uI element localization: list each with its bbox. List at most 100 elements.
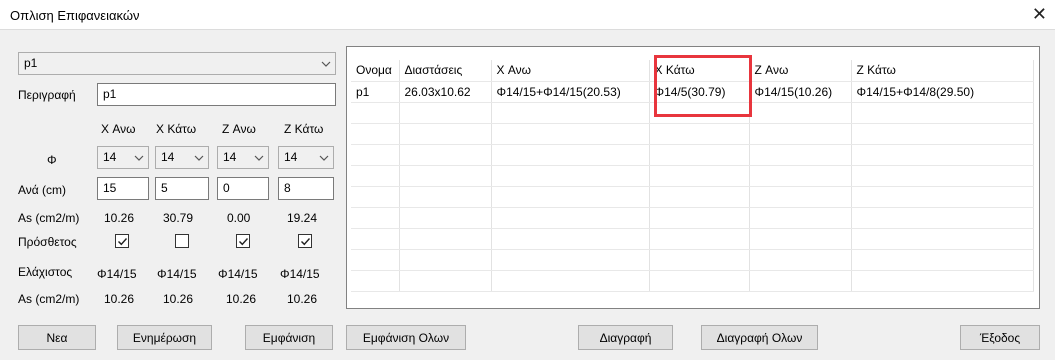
table-cell-empty <box>749 228 852 250</box>
table-cell-empty <box>399 228 492 250</box>
table-cell-empty <box>351 102 400 124</box>
table-cell-empty <box>399 270 492 292</box>
results-grid[interactable]: Ονομα Διαστάσεις X Ανω X Κάτω Z Ανω Z Κάτω p1 2… <box>346 46 1040 309</box>
table-header-row[interactable]: Ονομα Διαστάσεις X Ανω X Κάτω Z Ανω Z Κάτω <box>351 60 1034 82</box>
exit-button[interactable]: Έξοδος <box>960 325 1040 350</box>
table-cell-empty <box>351 249 400 271</box>
col-header-x-top: X Ανω <box>101 122 136 136</box>
spacing-input-z-bottom[interactable]: 8 <box>278 177 334 200</box>
phi-select-z-top[interactable]: 14 <box>217 146 269 169</box>
spacing-input-x-bottom[interactable]: 5 <box>155 177 209 200</box>
table-cell-empty <box>399 207 492 229</box>
col-header-z-bottom: Z Κάτω <box>284 122 324 136</box>
min-label: Ελάχιστος <box>18 265 73 279</box>
table-cell: Φ14/15+Φ14/15(20.53) <box>491 81 650 103</box>
table-row-empty[interactable] <box>351 207 1034 229</box>
table-cell-empty <box>649 165 750 187</box>
table-cell-empty <box>399 186 492 208</box>
table-cell-empty <box>399 123 492 145</box>
table-cell: X Κάτω <box>649 60 750 82</box>
col-header-x-bottom: X Κάτω <box>156 122 197 136</box>
as-min-x-bottom-value: 10.26 <box>163 292 194 306</box>
table-cell-empty <box>851 186 1034 208</box>
table-cell-empty <box>491 270 650 292</box>
table-row-empty[interactable] <box>351 102 1034 124</box>
col-header-z-top: Z Ανω <box>222 122 256 136</box>
table-cell: X Ανω <box>491 60 650 82</box>
show-all-button[interactable]: Εμφάνιση Ολων <box>346 325 466 350</box>
table-row-empty[interactable] <box>351 123 1034 145</box>
new-button[interactable]: Νεα <box>18 325 96 350</box>
table-cell-empty <box>491 228 650 250</box>
phi-label: Φ <box>47 153 57 167</box>
table-row-empty[interactable] <box>351 165 1034 187</box>
additional-label: Πρόσθετος <box>18 235 77 249</box>
as-x-bottom-value: 30.79 <box>163 211 194 225</box>
table-cell-empty <box>649 186 750 208</box>
additional-checkbox-x-top[interactable] <box>115 234 129 248</box>
table-cell-empty <box>491 165 650 187</box>
phi-select-x-bottom[interactable]: 14 <box>155 146 209 169</box>
table-cell-empty <box>649 270 750 292</box>
delete-button[interactable]: Διαγραφή <box>578 325 673 350</box>
table-cell: Φ14/5(30.79) <box>649 81 750 103</box>
delete-all-button[interactable]: Διαγραφή Ολων <box>701 325 818 350</box>
chevron-down-icon <box>194 148 204 166</box>
as-label: As (cm2/m) <box>18 211 80 225</box>
table-cell-empty <box>749 207 852 229</box>
table-cell-empty <box>749 144 852 166</box>
table-row-empty[interactable] <box>351 144 1034 166</box>
table-cell: Διαστάσεις <box>399 60 492 82</box>
additional-checkbox-z-top[interactable] <box>236 234 250 248</box>
table-cell: 26.03x10.62 <box>399 81 492 103</box>
surface-selector[interactable]: p1 <box>18 52 336 75</box>
as-min-label: As (cm2/m) <box>18 292 80 306</box>
table-cell-empty <box>351 228 400 250</box>
table-cell-empty <box>851 270 1034 292</box>
show-button[interactable]: Εμφάνιση <box>245 325 333 350</box>
spacing-input-x-top[interactable]: 15 <box>97 177 149 200</box>
table-cell: p1 <box>351 81 400 103</box>
table-cell-empty <box>491 186 650 208</box>
description-input[interactable]: p1 <box>97 83 336 106</box>
chevron-down-icon <box>254 148 264 166</box>
chevron-down-icon <box>321 54 331 72</box>
table-cell-empty <box>851 228 1034 250</box>
table-row-empty[interactable] <box>351 186 1034 208</box>
phi-select-z-bottom[interactable]: 14 <box>278 146 334 169</box>
table-cell: Z Κάτω <box>851 60 1034 82</box>
table-row-empty[interactable] <box>351 249 1034 271</box>
phi-z-top-value: 14 <box>223 150 237 164</box>
min-z-top-value: Φ14/15 <box>218 267 258 281</box>
additional-checkbox-z-bottom[interactable] <box>298 234 312 248</box>
table-cell-empty <box>649 123 750 145</box>
table-cell-empty <box>491 144 650 166</box>
table-cell-empty <box>491 207 650 229</box>
spacing-label: Ανά (cm) <box>18 183 67 197</box>
table-row-empty[interactable] <box>351 228 1034 250</box>
min-x-top-value: Φ14/15 <box>97 267 137 281</box>
table-cell-empty <box>351 165 400 187</box>
table-cell-empty <box>749 249 852 271</box>
table-cell-empty <box>399 102 492 124</box>
additional-checkbox-x-bottom[interactable] <box>175 234 189 248</box>
results-table: Ονομα Διαστάσεις X Ανω X Κάτω Z Ανω Z Κάτω p1 2… <box>351 60 1034 292</box>
table-row[interactable]: p1 26.03x10.62 Φ14/15+Φ14/15(20.53) Φ14/5(3… <box>351 81 1034 103</box>
table-cell-empty <box>351 186 400 208</box>
phi-select-x-top[interactable]: 14 <box>97 146 149 169</box>
update-button[interactable]: Ενημέρωση <box>117 325 212 350</box>
spacing-x-bottom-value: 5 <box>161 181 168 195</box>
checkmark-icon <box>117 237 127 245</box>
table-cell-empty <box>749 270 852 292</box>
spacing-input-z-top[interactable]: 0 <box>217 177 269 200</box>
table-row-empty[interactable] <box>351 270 1034 292</box>
checkmark-icon <box>238 237 248 245</box>
as-min-z-top-value: 10.26 <box>226 292 257 306</box>
phi-x-top-value: 14 <box>103 150 117 164</box>
surface-selector-value: p1 <box>24 56 38 70</box>
as-z-bottom-value: 19.24 <box>287 211 318 225</box>
table-cell-empty <box>851 165 1034 187</box>
spacing-x-top-value: 15 <box>103 181 117 195</box>
close-icon[interactable]: ✕ <box>1032 4 1047 25</box>
checkmark-icon <box>300 237 310 245</box>
